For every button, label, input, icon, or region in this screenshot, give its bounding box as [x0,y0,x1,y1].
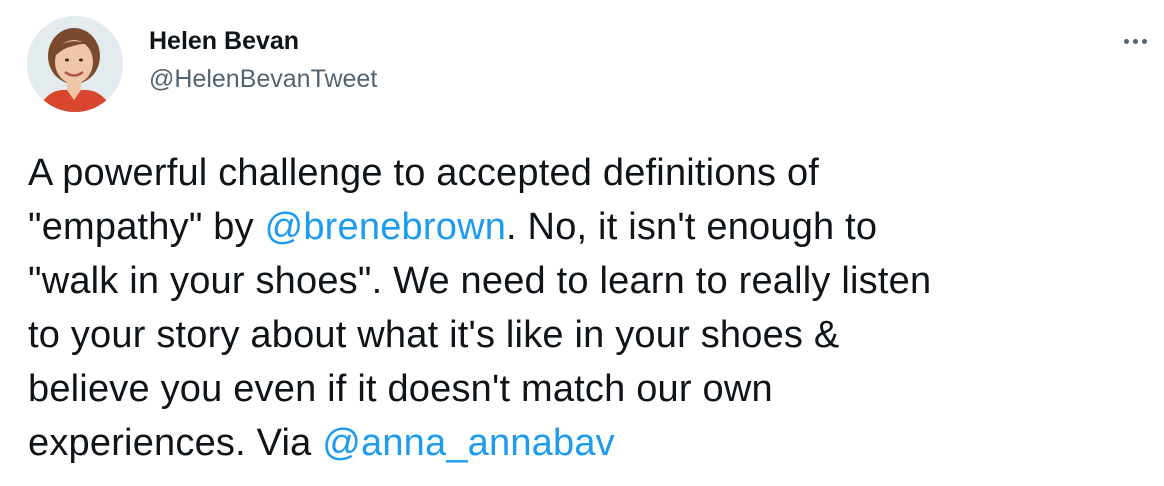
avatar-image [27,16,123,112]
author-handle[interactable]: @HelenBevanTweet [149,64,377,94]
tweet-text-fragment: "empathy" by [28,206,265,248]
tweet-text-line: "empathy" by @brenebrown. No, it isn't e… [28,200,1138,254]
author-name[interactable]: Helen Bevan [149,26,299,56]
ellipsis-icon-dot [1132,38,1138,44]
mention-link-anna-annabav[interactable]: @anna_annabav [322,422,615,464]
tweet-text-line: believe you even if it doesn't match our… [28,368,773,410]
tweet-text-line: "walk in your shoes". We need to learn t… [28,260,932,302]
tweet-text: A powerful challenge to accepted definit… [28,146,1138,470]
ellipsis-icon-dot [1123,38,1129,44]
ellipsis-icon-dot [1141,38,1147,44]
mention-link-brenebrown[interactable]: @brenebrown [265,206,506,248]
tweet-text-fragment: . No, it isn't enough to [506,206,878,248]
tweet-card: Helen Bevan @HelenBevanTweet A powerful … [0,0,1164,486]
tweet-text-line: to your story about what it's like in yo… [28,314,840,356]
tweet-text-line: experiences. Via @anna_annabav [28,416,1138,470]
tweet-text-fragment: experiences. Via [28,422,323,464]
more-options-button[interactable] [1118,26,1152,56]
avatar[interactable] [27,16,123,112]
tweet-text-line: A powerful challenge to accepted definit… [28,152,820,194]
